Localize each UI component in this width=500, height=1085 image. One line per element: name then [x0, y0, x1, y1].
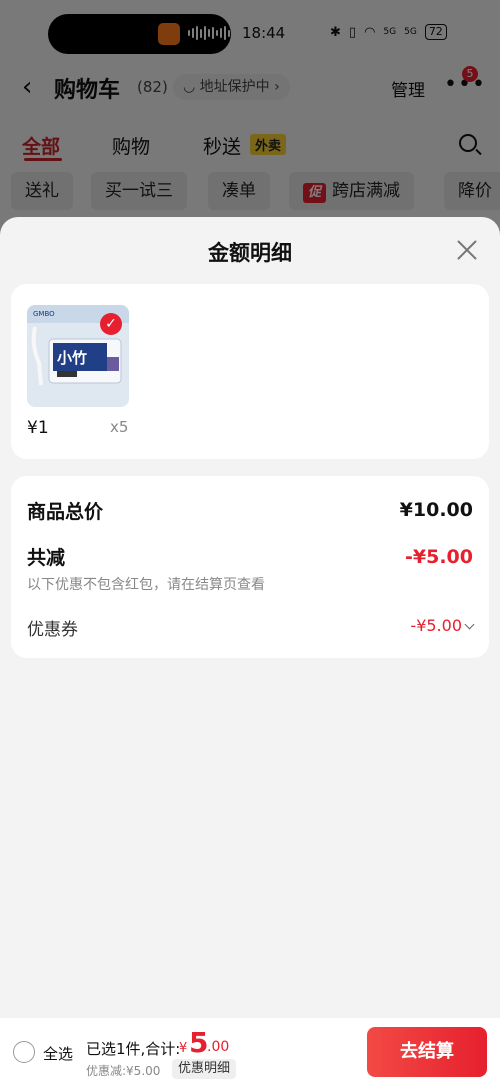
select-all-radio[interactable]: [13, 1041, 35, 1063]
product-brand-text: 小竹: [57, 349, 87, 367]
total-amount-decimal: .00: [207, 1039, 230, 1055]
bottom-action-bar: 全选 已选1件,合计: ¥ 5 .00 优惠减:¥5.00 优惠明细 去结算: [0, 1018, 500, 1085]
reduction-label: 共减: [27, 547, 66, 569]
discount-detail-button[interactable]: 优惠明细: [172, 1059, 237, 1079]
coupon-label: 优惠券: [27, 620, 78, 640]
price-summary-card: 商品总价 ¥10.00 共减 -¥5.00 以下优惠不包含红包，请在结算页查看 …: [11, 476, 489, 658]
close-icon[interactable]: [454, 237, 480, 263]
checkout-button[interactable]: 去结算: [367, 1027, 487, 1077]
selected-summary: 已选1件,合计:: [86, 1040, 181, 1058]
select-all-label[interactable]: 全选: [43, 1043, 73, 1064]
product-card: GMBO 小竹 ✓ ¥1 x5: [11, 284, 489, 459]
reduction-note: 以下优惠不包含红包，请在结算页查看: [27, 577, 265, 593]
total-price-value: ¥10.00: [399, 499, 473, 521]
product-quantity: x5: [110, 418, 129, 436]
total-price-label: 商品总价: [27, 501, 104, 523]
svg-text:GMBO: GMBO: [33, 310, 55, 318]
check-icon[interactable]: ✓: [100, 313, 122, 335]
total-currency: ¥: [179, 1041, 188, 1056]
coupon-row-toggle[interactable]: -¥5.00: [410, 616, 475, 635]
reduction-value: -¥5.00: [405, 546, 473, 568]
discount-text: 优惠减:¥5.00: [86, 1064, 161, 1078]
coupon-value: -¥5.00: [410, 616, 462, 635]
total-amount: 5: [189, 1026, 209, 1059]
sheet-title: 金额明细: [208, 241, 292, 265]
amount-detail-sheet: 金额明细 GMBO 小竹 ✓ ¥1 x5 商品总价 ¥10.00 共减 -¥5.…: [0, 217, 500, 1018]
chevron-down-icon: [464, 619, 475, 630]
product-price: ¥1: [27, 418, 49, 438]
